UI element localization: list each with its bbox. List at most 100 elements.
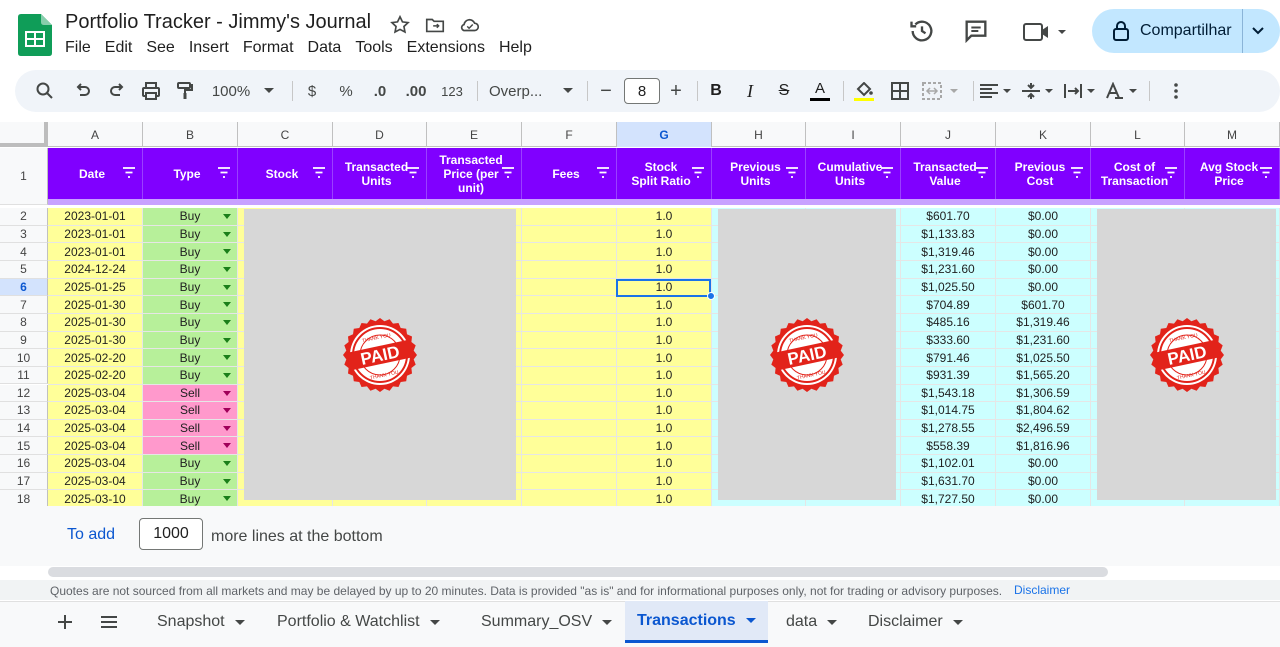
type-cell[interactable]: Buy	[143, 331, 238, 350]
split-ratio-cell[interactable]: 1.0	[617, 437, 712, 456]
date-cell[interactable]: 2025-01-30	[48, 296, 143, 314]
previous-cost-cell[interactable]: $1,231.60	[996, 331, 1091, 350]
dropdown-arrow-icon[interactable]	[223, 319, 231, 325]
header-cell[interactable]: Stock Split Ratio	[617, 148, 712, 199]
transacted-value-cell[interactable]: $931.39	[901, 366, 996, 385]
menu-see[interactable]: See	[139, 38, 181, 58]
filter-icon[interactable]	[975, 167, 989, 178]
split-ratio-cell[interactable]: 1.0	[617, 455, 712, 473]
previous-cost-cell[interactable]: $1,319.46	[996, 313, 1091, 332]
transacted-value-cell[interactable]: $1,014.75	[901, 402, 996, 420]
header-cell[interactable]: Previous Cost	[996, 148, 1091, 199]
previous-cost-cell[interactable]: $601.70	[996, 296, 1091, 314]
type-cell[interactable]: Buy	[143, 455, 238, 473]
header-cell[interactable]: Avg Stock Price	[1185, 148, 1280, 199]
transacted-value-cell[interactable]: $704.89	[901, 296, 996, 314]
type-cell[interactable]: Buy	[143, 349, 238, 367]
type-cell[interactable]: Buy	[143, 472, 238, 491]
tab-data[interactable]: data	[774, 601, 849, 643]
dropdown-arrow-icon[interactable]	[223, 355, 231, 361]
date-cell[interactable]: 2025-01-25	[48, 278, 143, 297]
document-title[interactable]: Portfolio Tracker - Jimmy's Journal	[65, 11, 371, 34]
split-ratio-cell[interactable]: 1.0	[617, 490, 712, 506]
star-icon[interactable]	[389, 14, 411, 36]
row-header[interactable]: 15	[0, 437, 48, 456]
type-cell[interactable]: Buy	[143, 260, 238, 279]
menu-help[interactable]: Help	[492, 38, 539, 58]
table-cell[interactable]	[522, 225, 617, 244]
header-cell[interactable]: Fees	[522, 148, 617, 199]
column-header-l[interactable]: L	[1091, 122, 1185, 147]
row-header[interactable]: 1	[0, 148, 48, 205]
type-cell[interactable]: Buy	[143, 313, 238, 332]
table-cell[interactable]	[522, 208, 617, 226]
column-header-a[interactable]: A	[48, 122, 143, 147]
header-cell[interactable]: Type	[143, 148, 238, 199]
row-header[interactable]: 10	[0, 349, 48, 367]
date-cell[interactable]: 2025-03-04	[48, 402, 143, 420]
text-color-icon[interactable]: A	[805, 70, 835, 112]
previous-cost-cell[interactable]: $1,804.62	[996, 402, 1091, 420]
header-cell[interactable]: Date	[48, 148, 143, 199]
type-cell[interactable]: Buy	[143, 243, 238, 261]
sheets-logo-icon[interactable]	[18, 14, 52, 56]
column-header-i[interactable]: I	[806, 122, 901, 147]
add-rows-count-input[interactable]: 1000	[139, 518, 203, 550]
filter-icon[interactable]	[785, 167, 799, 178]
search-menus-icon[interactable]	[29, 70, 61, 112]
table-cell[interactable]	[522, 349, 617, 367]
more-options-icon[interactable]	[1161, 70, 1191, 112]
selected-cell-outline[interactable]	[616, 278, 711, 297]
previous-cost-cell[interactable]: $1,816.96	[996, 437, 1091, 456]
filter-icon[interactable]	[1259, 167, 1273, 178]
menu-format[interactable]: Format	[236, 38, 301, 58]
tab-portfolio-watchlist[interactable]: Portfolio & Watchlist	[265, 601, 452, 643]
all-sheets-icon[interactable]	[100, 614, 118, 630]
dropdown-arrow-icon[interactable]	[223, 249, 231, 255]
column-header-e[interactable]: E	[427, 122, 522, 147]
date-cell[interactable]: 2025-02-20	[48, 349, 143, 367]
dropdown-arrow-icon[interactable]	[223, 372, 231, 378]
column-header-d[interactable]: D	[333, 122, 427, 147]
transacted-value-cell[interactable]: $1,133.83	[901, 225, 996, 244]
previous-cost-cell[interactable]: $1,565.20	[996, 366, 1091, 385]
dropdown-arrow-icon[interactable]	[223, 302, 231, 308]
filter-icon[interactable]	[217, 167, 231, 178]
previous-cost-cell[interactable]: $0.00	[996, 455, 1091, 473]
text-wrapping-icon[interactable]	[1061, 70, 1099, 112]
previous-cost-cell[interactable]: $0.00	[996, 278, 1091, 297]
header-cell[interactable]: Transacted Units	[333, 148, 427, 199]
date-cell[interactable]: 2025-03-04	[48, 455, 143, 473]
type-cell[interactable]: Sell	[143, 437, 238, 456]
type-cell[interactable]: Buy	[143, 296, 238, 314]
split-ratio-cell[interactable]: 1.0	[617, 208, 712, 226]
paint-format-icon[interactable]	[169, 70, 201, 112]
header-cell[interactable]: Transacted Price (per unit)	[427, 148, 522, 199]
type-cell[interactable]: Buy	[143, 225, 238, 244]
transacted-value-cell[interactable]: $1,543.18	[901, 384, 996, 403]
currency-format-button[interactable]: $	[299, 70, 325, 112]
menu-extensions[interactable]: Extensions	[400, 38, 492, 58]
table-cell[interactable]	[522, 313, 617, 332]
table-cell[interactable]	[522, 331, 617, 350]
type-cell[interactable]: Sell	[143, 402, 238, 420]
column-header-k[interactable]: K	[996, 122, 1091, 147]
tab-transactions[interactable]: Transactions	[625, 601, 768, 643]
type-cell[interactable]: Sell	[143, 419, 238, 438]
row-header[interactable]: 6	[0, 278, 48, 297]
column-header-j[interactable]: J	[901, 122, 996, 147]
transacted-value-cell[interactable]: $1,631.70	[901, 472, 996, 491]
menu-data[interactable]: Data	[301, 38, 349, 58]
previous-cost-cell[interactable]: $0.00	[996, 243, 1091, 261]
transacted-value-cell[interactable]: $791.46	[901, 349, 996, 367]
redo-icon[interactable]	[101, 70, 133, 112]
table-cell[interactable]	[522, 402, 617, 420]
split-ratio-cell[interactable]: 1.0	[617, 260, 712, 279]
dropdown-arrow-icon[interactable]	[223, 408, 231, 414]
table-cell[interactable]	[522, 455, 617, 473]
fill-color-icon[interactable]	[849, 70, 879, 112]
menu-edit[interactable]: Edit	[98, 38, 140, 58]
table-cell[interactable]	[522, 366, 617, 385]
row-header[interactable]: 3	[0, 225, 48, 244]
row-header[interactable]: 8	[0, 313, 48, 332]
